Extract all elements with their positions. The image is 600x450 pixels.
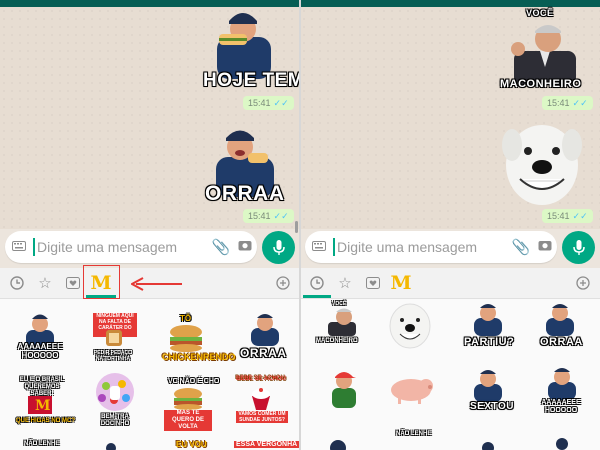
paperclip-icon[interactable]: 📎 — [509, 238, 533, 256]
message-input[interactable]: Digite uma mensagem — [33, 238, 209, 256]
mic-icon — [572, 239, 585, 255]
message-timestamp: 15:41 ✓✓ — [243, 96, 294, 110]
right-screen: VOCÊ MACONHEIRO 15:41 ✓✓ 15:41 ✓✓ Digite… — [300, 0, 600, 450]
sticker-thumb-caption: BEM-TRA DOCINHO — [100, 414, 130, 427]
sticker-thumb-caption: ORRAA — [540, 336, 583, 348]
sticker-thumb-caption: ORRAA — [240, 346, 287, 360]
sticker-tray: ☆ M VOCÊ MACONHEIRO PARTIU? ORRAA SEXTOU… — [300, 268, 600, 450]
sticker-tabs: ☆ M — [0, 265, 300, 299]
sticker-dog-image — [502, 125, 582, 205]
sticker-thumb-caption: NÃO LENHE — [396, 431, 432, 437]
sticker-thumb-image — [251, 314, 279, 346]
sticker-man-red-cap-image — [332, 372, 356, 408]
panel-divider — [299, 0, 301, 450]
sticker-thumb-image — [546, 304, 574, 336]
chat-area: VOCÊ MACONHEIRO 15:41 ✓✓ 15:41 ✓✓ — [300, 7, 600, 229]
sticker-caption: MACONHEIRO — [500, 78, 582, 90]
message-input-bar[interactable]: Digite uma mensagem 📎 — [5, 231, 257, 263]
sticker-man-pointing-image — [328, 308, 356, 336]
message-input[interactable]: Digite uma mensagem — [333, 238, 509, 256]
sticker-thumb-image — [474, 304, 502, 336]
mcdonalds-icon[interactable]: M — [390, 274, 411, 293]
sticker-thumb-caption: AAAAAEEE HOOOOO — [17, 342, 63, 360]
message-timestamp: 15:41 ✓✓ — [542, 209, 593, 223]
sticker-thumb-image — [482, 442, 494, 450]
sticker-sundae-cup-image — [252, 388, 270, 410]
sticker-thumb-caption: SEXTOU — [470, 401, 514, 412]
plus-icon[interactable] — [574, 274, 592, 292]
sticker-thumb-caption: QUE HIGAS NO MC? — [16, 418, 76, 424]
sticker-caption: HOJE TEM — [203, 70, 300, 91]
arrow-head-icon — [131, 277, 144, 291]
sticker-message[interactable] — [500, 15, 590, 85]
sticker-thumb-caption: TÔ — [180, 314, 192, 323]
svg-text:M: M — [35, 398, 51, 414]
sticker-thumb-caption: BEBE SE ACHOU — [236, 376, 286, 382]
heart-icon[interactable] — [64, 274, 82, 292]
double-check-icon: ✓✓ — [572, 98, 588, 108]
paperclip-icon[interactable]: 📎 — [209, 238, 233, 256]
mic-button[interactable] — [562, 231, 595, 264]
sticker-message[interactable] — [490, 115, 590, 210]
sticker-thumb-caption: CHICKENRENDO — [162, 352, 236, 362]
message-input-bar[interactable]: Digite uma mensagem 📎 — [305, 231, 557, 263]
mic-button[interactable] — [262, 231, 295, 264]
active-tab-indicator — [303, 295, 331, 298]
sticker-burger-image — [170, 325, 202, 352]
sticker-tabs: ☆ M — [300, 268, 600, 299]
star-icon[interactable]: ☆ — [36, 274, 54, 292]
sticker-thumb-caption: MAS TE QUERO DE VOLTA — [164, 410, 212, 431]
sticker-thumb-image — [474, 370, 502, 402]
sticker-thumb-caption: PEDIR PEDAÇO NA TORTINHA — [93, 350, 133, 362]
sticker-thumb-caption: AAAAAEEE HOOOOO — [541, 399, 581, 414]
keyboard-icon[interactable] — [5, 238, 33, 256]
keyboard-icon[interactable] — [305, 238, 333, 256]
sticker-thumb-image — [556, 438, 568, 450]
sticker-mcdonalds-store-image: M — [28, 396, 52, 414]
sticker-thumb-caption: MACONHEIRO — [316, 338, 358, 344]
chat-area: HOJE TEM 15:41 ✓✓ ORRAA 15:41 ✓✓ — [0, 7, 300, 233]
sticker-tray: ☆ M AAAAAEEE HOOOOO NINGUÉM AQUI NA FALT… — [0, 265, 300, 450]
clock-icon[interactable] — [8, 274, 26, 292]
sticker-caption: ORRAA — [205, 182, 285, 205]
sticker-thumb-image — [106, 330, 122, 346]
sticker-pig-image — [391, 379, 433, 404]
highlight-box — [83, 265, 120, 299]
sticker-man-pointing-image — [511, 25, 576, 85]
sticker-dog-image — [389, 303, 431, 349]
star-icon[interactable]: ☆ — [336, 274, 354, 292]
message-timestamp: 15:41 ✓✓ — [243, 209, 294, 223]
left-screen: HOJE TEM 15:41 ✓✓ ORRAA 15:41 ✓✓ Digite … — [0, 0, 300, 450]
double-check-icon: ✓✓ — [273, 211, 289, 221]
app-bar — [0, 0, 300, 7]
double-check-icon: ✓✓ — [273, 98, 289, 108]
plus-icon[interactable] — [274, 274, 292, 292]
sticker-thumb-image — [106, 443, 116, 450]
mic-icon — [272, 239, 285, 255]
heart-icon[interactable] — [364, 274, 382, 292]
sticker-thumb-image — [548, 368, 576, 400]
sticker-thumb-caption: VAMOS COMER UM SUNDAE JUNTOS? — [236, 411, 288, 423]
camera-icon[interactable] — [233, 238, 257, 256]
sticker-thumb-caption: PARTIU? — [464, 336, 515, 348]
sticker-thumb-caption: EU VOU — [176, 440, 207, 449]
sticker-thumb-image — [330, 440, 346, 450]
scrollbar[interactable] — [295, 221, 298, 233]
sticker-thumb-caption: NÃO LENHE — [24, 441, 60, 447]
double-check-icon: ✓✓ — [572, 211, 588, 221]
app-bar — [300, 0, 600, 7]
sticker-burger-image — [174, 388, 202, 410]
camera-icon[interactable] — [533, 238, 557, 256]
sticker-thumb-caption: ESSA VERGONHA — [234, 441, 300, 448]
clock-icon[interactable] — [308, 274, 326, 292]
message-timestamp: 15:41 ✓✓ — [542, 96, 593, 110]
sticker-thumb-caption: VC NÃO É CHO — [168, 378, 220, 385]
sticker-sundae-image — [96, 373, 134, 411]
